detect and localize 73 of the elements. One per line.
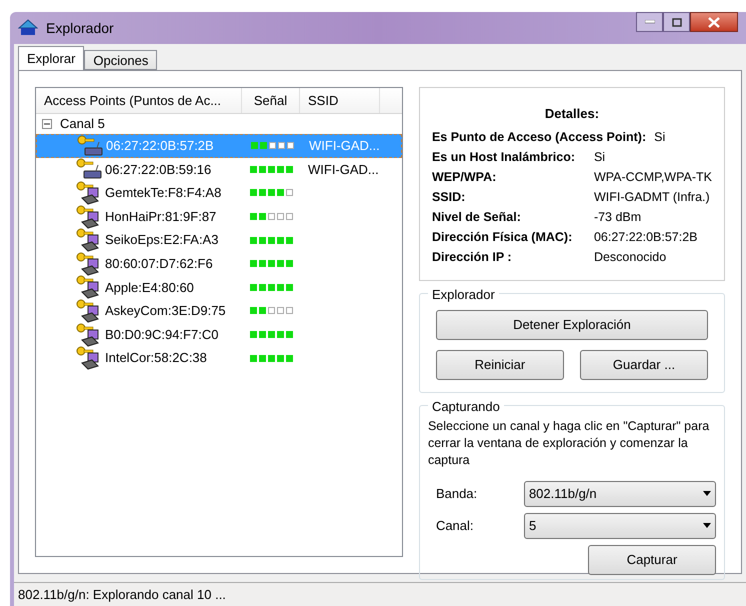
ssid-text: WIFI-GAD... bbox=[308, 137, 380, 156]
maximize-button[interactable] bbox=[663, 12, 690, 32]
laptop-key-icon bbox=[76, 204, 102, 229]
mac-address: IntelCor:58:2C:38 bbox=[105, 349, 207, 368]
laptop-key-icon bbox=[76, 298, 102, 323]
maximize-icon bbox=[672, 18, 682, 26]
detail-value: Si bbox=[594, 149, 606, 166]
access-point-row[interactable]: HonHaiPr:81:9F:87 bbox=[36, 204, 402, 228]
instructions-text: Seleccione un canal y haga clic en "Capturar" para cerrar la ventana de exploración y comenzar la captura bbox=[428, 418, 710, 468]
mac-address: GemtekTe:F8:F4:A8 bbox=[105, 184, 222, 202]
close-button[interactable] bbox=[690, 12, 738, 32]
mac-address: 06:27:22:0B:59:16 bbox=[105, 160, 212, 179]
detail-label: Es un Host Inalámbrico: bbox=[432, 149, 576, 166]
mac-address: 80:60:07:D7:62:F6 bbox=[105, 255, 213, 274]
access-point-row[interactable]: Apple:E4:80:60 bbox=[36, 276, 402, 300]
group-label: Canal 5 bbox=[60, 115, 105, 134]
access-point-row[interactable]: 06:27:22:0B:59:16 WIFI-GAD... bbox=[36, 158, 402, 182]
minimize-button[interactable] bbox=[636, 12, 663, 32]
detail-value: -73 dBm bbox=[594, 209, 642, 226]
push-button[interactable]: Capturar bbox=[588, 544, 716, 574]
access-point-row[interactable]: SeikoEps:E2:FA:A3 bbox=[36, 228, 402, 252]
laptop-key-icon bbox=[76, 180, 102, 205]
details-title: Detalles: bbox=[544, 105, 600, 123]
app-icon bbox=[18, 19, 38, 37]
mac-address: Apple:E4:80:60 bbox=[105, 278, 194, 297]
dropdown[interactable]: 5 bbox=[524, 512, 716, 538]
collapse-toggle[interactable] bbox=[42, 119, 52, 129]
access-point-row[interactable]: IntelCor:58:2C:38 bbox=[36, 346, 402, 370]
caret-icon bbox=[703, 523, 711, 528]
tab[interactable]: Explorar bbox=[18, 46, 84, 70]
close-icon bbox=[708, 16, 720, 28]
laptop-key-icon bbox=[76, 252, 102, 276]
detail-label: Es Punto de Acceso (Access Point): bbox=[432, 129, 646, 146]
router-key-icon bbox=[77, 134, 103, 157]
detail-value: WIFI-GADMT (Infra.) bbox=[594, 189, 711, 206]
column-header[interactable]: Access Points (Puntos de Ac... bbox=[36, 88, 242, 113]
field-label: Canal: bbox=[434, 516, 475, 535]
tab[interactable]: Opciones bbox=[84, 50, 158, 70]
mac-address: HonHaiPr:81:9F:87 bbox=[105, 208, 216, 226]
detail-label: Dirección IP : bbox=[432, 249, 513, 266]
push-button[interactable]: Reiniciar bbox=[436, 350, 564, 380]
detail-value: WPA-CCMP,WPA-TK bbox=[594, 169, 712, 186]
detail-value: Desconocido bbox=[594, 249, 668, 266]
access-point-row[interactable]: B0:D0:9C:94:F7:C0 bbox=[36, 322, 402, 346]
access-point-row[interactable]: AskeyCom:3E:D9:75 bbox=[36, 299, 402, 323]
column-header[interactable]: Señal bbox=[242, 88, 300, 113]
detail-label: WEP/WPA: bbox=[432, 169, 498, 186]
mac-address: AskeyCom:3E:D9:75 bbox=[105, 302, 226, 320]
ssid-text: WIFI-GAD... bbox=[307, 160, 379, 179]
mac-address: B0:D0:9C:94:F7:C0 bbox=[105, 326, 218, 344]
laptop-key-icon bbox=[76, 228, 102, 252]
access-point-row[interactable]: 80:60:07:D7:62:F6 bbox=[36, 252, 402, 276]
access-point-row[interactable]: GemtekTe:F8:F4:A8 bbox=[36, 181, 402, 205]
laptop-key-icon bbox=[76, 275, 102, 300]
field-label: Banda: bbox=[434, 484, 478, 503]
column-header[interactable]: SSID bbox=[300, 88, 380, 113]
laptop-key-icon bbox=[76, 322, 102, 347]
laptop-key-icon bbox=[76, 346, 102, 370]
detail-value: 06:27:22:0B:57:2B bbox=[594, 229, 698, 246]
mac-address: SeikoEps:E2:FA:A3 bbox=[105, 231, 218, 250]
detail-label: Dirección Física (MAC): bbox=[432, 229, 574, 246]
detail-value: Si bbox=[654, 129, 666, 146]
window-title: Explorador bbox=[46, 18, 114, 38]
push-button[interactable]: Guardar ... bbox=[580, 350, 708, 380]
detail-label: SSID: bbox=[432, 189, 466, 206]
minimize-icon bbox=[644, 20, 654, 24]
dropdown[interactable]: 802.11b/g/n bbox=[524, 480, 716, 506]
mac-address: 06:27:22:0B:57:2B bbox=[106, 137, 214, 156]
router-key-icon bbox=[76, 158, 102, 180]
caret-icon bbox=[703, 491, 711, 496]
push-button[interactable]: Detener Exploración bbox=[436, 310, 708, 340]
minus-icon bbox=[44, 121, 50, 127]
detail-label: Nivel de Señal: bbox=[432, 209, 522, 226]
